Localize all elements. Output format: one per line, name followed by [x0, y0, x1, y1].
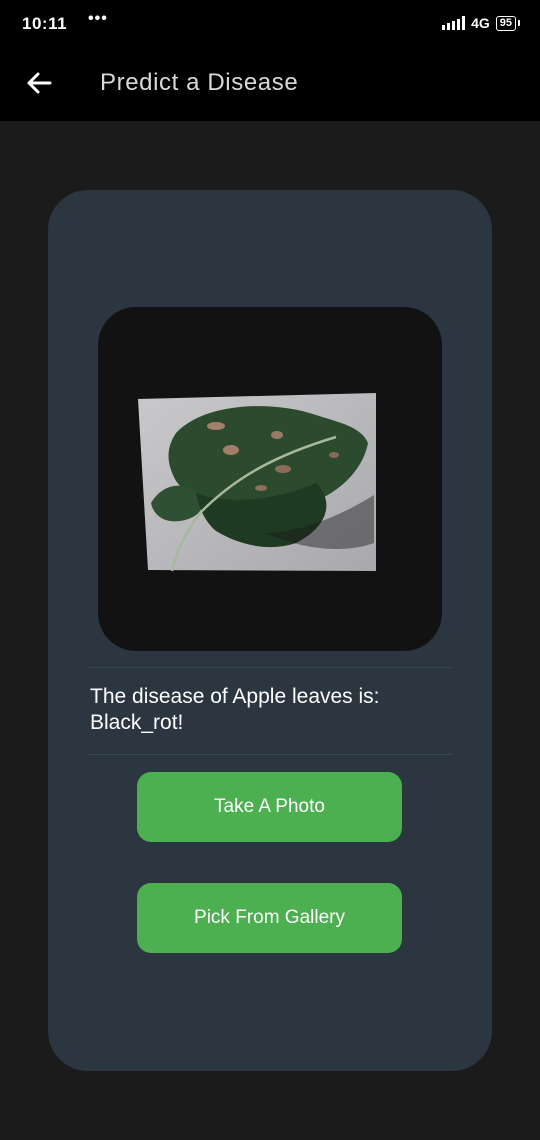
notification-dots-icon: •••	[88, 10, 108, 27]
prediction-card: The disease of Apple leaves is: Black_ro…	[48, 190, 492, 1071]
network-type: 4G	[471, 15, 490, 31]
arrow-left-icon[interactable]	[24, 68, 54, 98]
status-indicators: 4G 95	[442, 13, 521, 33]
pick-from-gallery-button[interactable]: Pick From Gallery	[137, 883, 402, 953]
app-bar: Predict a Disease	[0, 46, 540, 121]
image-preview	[98, 307, 442, 651]
signal-icon	[442, 16, 466, 30]
status-time: 10:11	[22, 14, 68, 33]
divider	[88, 754, 452, 755]
status-bar: 10:11 ••• 4G 95	[0, 0, 540, 46]
battery-icon: 95	[495, 15, 521, 31]
divider	[88, 667, 452, 668]
leaf-photo	[138, 393, 376, 572]
page-title: Predict a Disease	[100, 69, 299, 96]
take-photo-button[interactable]: Take A Photo	[137, 772, 402, 842]
prediction-result: The disease of Apple leaves is: Black_ro…	[90, 685, 380, 734]
